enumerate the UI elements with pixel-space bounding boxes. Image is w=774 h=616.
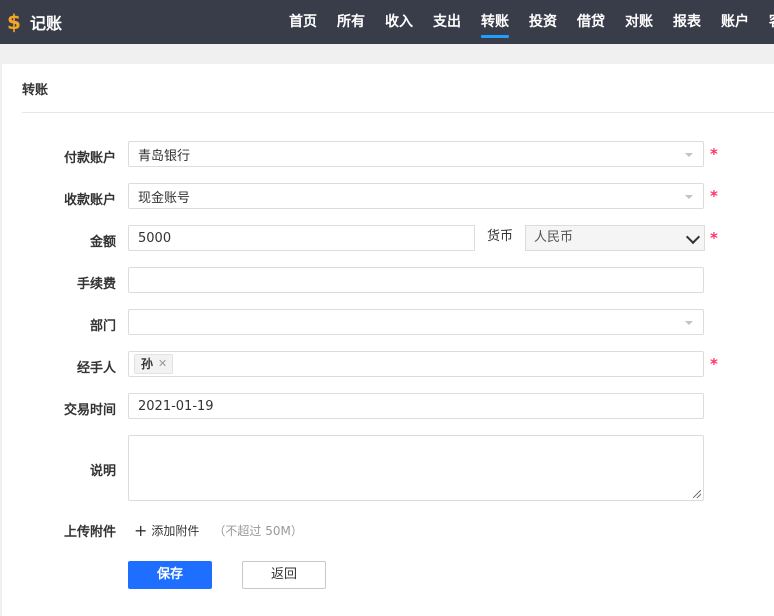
fee-label: 手续费: [76, 277, 116, 292]
title-divider: [22, 112, 774, 113]
nav-item-customers[interactable]: 客: [769, 0, 774, 44]
resize-handle-icon[interactable]: [693, 490, 701, 498]
add-attachment-label: 添加附件: [151, 524, 200, 538]
nav-item-all[interactable]: 所有: [337, 0, 365, 44]
description-textarea[interactable]: [128, 435, 704, 501]
nav-item-transfer[interactable]: 转账: [481, 0, 509, 44]
description-label: 说明: [89, 464, 116, 479]
handler-multiselect[interactable]: 孙 ✕: [128, 351, 704, 377]
trade-time-value: 2021-01-19: [138, 398, 214, 414]
caret-down-icon: [685, 321, 693, 325]
caret-down-icon: [685, 153, 693, 157]
save-button[interactable]: 保存: [128, 561, 212, 589]
currency-select[interactable]: 人民币: [526, 225, 705, 251]
plus-icon: +: [134, 520, 148, 540]
page-title: 转账: [22, 83, 49, 98]
amount-input-group: 5000 货币 人民币: [128, 225, 705, 251]
required-mark: *: [710, 187, 718, 205]
fee-input[interactable]: [128, 267, 704, 293]
pay-account-value: 青岛银行: [138, 148, 191, 164]
nav-item-expense[interactable]: 支出: [433, 0, 461, 44]
app-logo[interactable]: $ 记账: [6, 8, 62, 36]
handler-tag: 孙 ✕: [134, 354, 174, 374]
nav-item-reports[interactable]: 报表: [673, 0, 701, 44]
currency-label: 货币: [474, 225, 526, 251]
attachment-hint: （不超过 50M）: [213, 524, 303, 538]
receive-account-select[interactable]: 现金账号: [128, 183, 704, 209]
amount-input[interactable]: 5000: [129, 231, 171, 246]
currency-value: 人民币: [534, 230, 574, 245]
nav-item-investment[interactable]: 投资: [529, 0, 557, 44]
nav-item-reconcile[interactable]: 对账: [625, 0, 653, 44]
handler-tag-label: 孙: [141, 357, 154, 371]
dollar-icon: $: [7, 10, 21, 34]
amount-label: 金额: [89, 235, 116, 250]
receive-account-value: 现金账号: [138, 190, 191, 206]
main-nav: 首页 所有 收入 支出 转账 投资 借贷 对账 报表 账户 客: [289, 0, 774, 44]
description-value: [129, 436, 138, 451]
top-navbar: $ 记账 首页 所有 收入 支出 转账 投资 借贷 对账 报表 账户 客: [0, 0, 774, 44]
app-title: 记账: [30, 14, 63, 33]
required-mark: *: [710, 355, 718, 373]
caret-down-icon: [685, 195, 693, 199]
chevron-down-icon: [685, 229, 701, 245]
nav-item-home[interactable]: 首页: [289, 0, 317, 44]
required-mark: *: [710, 145, 718, 163]
trade-time-input[interactable]: 2021-01-19: [128, 393, 704, 419]
department-select[interactable]: [128, 309, 704, 335]
attachment-label: 上传附件: [63, 525, 116, 540]
close-icon[interactable]: ✕: [158, 355, 167, 373]
nav-item-accounts[interactable]: 账户: [721, 0, 749, 44]
handler-label: 经手人: [76, 361, 116, 376]
department-label: 部门: [89, 319, 116, 334]
pay-account-select[interactable]: 青岛银行: [128, 141, 704, 167]
required-mark: *: [710, 229, 718, 247]
back-button[interactable]: 返回: [242, 561, 326, 589]
trade-time-label: 交易时间: [63, 403, 116, 418]
transfer-form-card: 转账 付款账户 青岛银行 * 收款账户 现金账号 * 金额 5000 货币 人民…: [2, 64, 774, 616]
receive-account-label: 收款账户: [63, 193, 116, 208]
add-attachment-button[interactable]: + 添加附件 （不超过 50M）: [134, 522, 303, 539]
pay-account-label: 付款账户: [63, 151, 116, 166]
nav-item-income[interactable]: 收入: [385, 0, 413, 44]
nav-item-loan[interactable]: 借贷: [577, 0, 605, 44]
